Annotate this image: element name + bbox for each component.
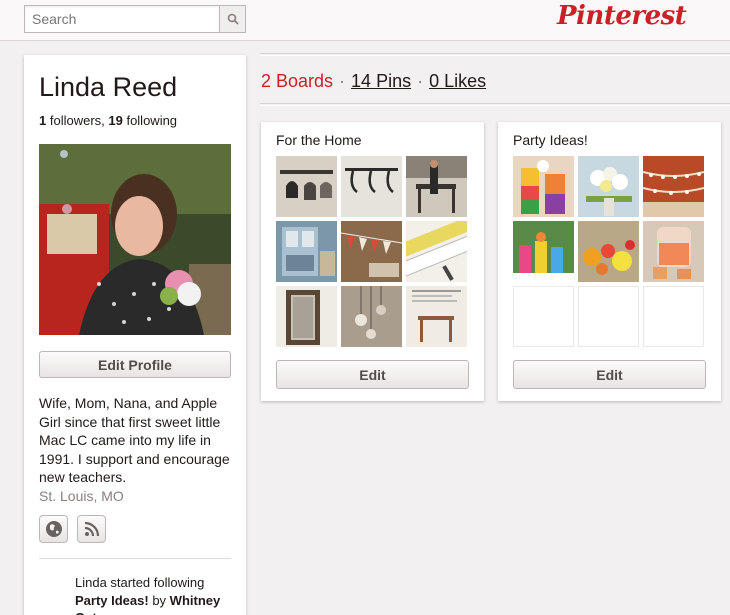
- activity-board-link[interactable]: Party Ideas!: [75, 593, 149, 608]
- sidebar-divider: [39, 558, 231, 559]
- empty-thumbnail: [513, 286, 574, 347]
- board-card[interactable]: Party Ideas! Edit: [498, 122, 721, 401]
- activity-by: by: [148, 592, 170, 608]
- pin-thumbnail[interactable]: [341, 156, 402, 217]
- pin-thumbnail[interactable]: [578, 156, 639, 217]
- pin-thumbnail[interactable]: [276, 286, 337, 347]
- pin-thumbnail[interactable]: [341, 221, 402, 282]
- pinterest-logo[interactable]: Pinterest: [557, 1, 687, 31]
- top-header: Pinterest: [0, 0, 730, 41]
- pin-thumbnail[interactable]: [578, 221, 639, 282]
- profile-tabs: 2 Boards · 14 Pins · 0 Likes: [261, 71, 486, 92]
- search-bar: [24, 5, 246, 33]
- edit-board-button[interactable]: Edit: [513, 360, 706, 389]
- following-count[interactable]: 19: [108, 113, 122, 128]
- user-name: Linda Reed: [39, 72, 178, 102]
- pin-thumbnail[interactable]: [513, 221, 574, 282]
- pin-thumbnail[interactable]: [276, 156, 337, 217]
- empty-thumbnail: [643, 286, 704, 347]
- tab-likes[interactable]: 0 Likes: [429, 71, 486, 92]
- board-thumbnails: [276, 156, 469, 347]
- pin-thumbnail[interactable]: [513, 156, 574, 217]
- pin-thumbnail[interactable]: [643, 221, 704, 282]
- search-icon: [227, 13, 239, 25]
- following-label: following: [122, 113, 178, 128]
- board-title[interactable]: Party Ideas!: [513, 132, 588, 148]
- activity-text: Linda started following: [75, 575, 205, 590]
- follow-stats: 1 followers, 19 following: [39, 113, 177, 128]
- search-button[interactable]: [219, 5, 246, 33]
- divider-bottom: [260, 103, 730, 106]
- board-card[interactable]: For the Home Edit: [261, 122, 484, 401]
- followers-label: followers,: [46, 113, 109, 128]
- search-input[interactable]: [24, 5, 219, 33]
- tab-separator: ·: [417, 71, 424, 91]
- edit-profile-button[interactable]: Edit Profile: [39, 351, 231, 378]
- pin-thumbnail[interactable]: [406, 286, 467, 347]
- divider-top: [260, 53, 730, 56]
- pin-thumbnail[interactable]: [341, 286, 402, 347]
- pin-thumbnail[interactable]: [406, 156, 467, 217]
- rss-button[interactable]: [77, 515, 106, 543]
- website-button[interactable]: [39, 515, 68, 543]
- empty-thumbnail: [578, 286, 639, 347]
- tab-pins[interactable]: 14 Pins: [351, 71, 411, 92]
- tab-separator: ·: [339, 71, 346, 91]
- rss-icon: [84, 521, 99, 537]
- tab-boards[interactable]: 2 Boards: [261, 71, 333, 92]
- board-thumbnails: [513, 156, 706, 347]
- board-title[interactable]: For the Home: [276, 132, 362, 148]
- profile-bio: Wife, Mom, Nana, and Apple Girl since th…: [39, 395, 230, 485]
- globe-icon: [45, 521, 62, 537]
- pin-thumbnail[interactable]: [406, 221, 467, 282]
- pin-thumbnail[interactable]: [276, 221, 337, 282]
- profile-location: St. Louis, MO: [39, 488, 124, 504]
- edit-board-button[interactable]: Edit: [276, 360, 469, 389]
- profile-sidebar: Linda Reed 1 followers, 19 following Edi: [24, 55, 246, 615]
- pin-thumbnail[interactable]: [643, 156, 704, 217]
- recent-activity: Linda started following Party Ideas! by …: [75, 574, 240, 615]
- profile-photo: [39, 144, 231, 335]
